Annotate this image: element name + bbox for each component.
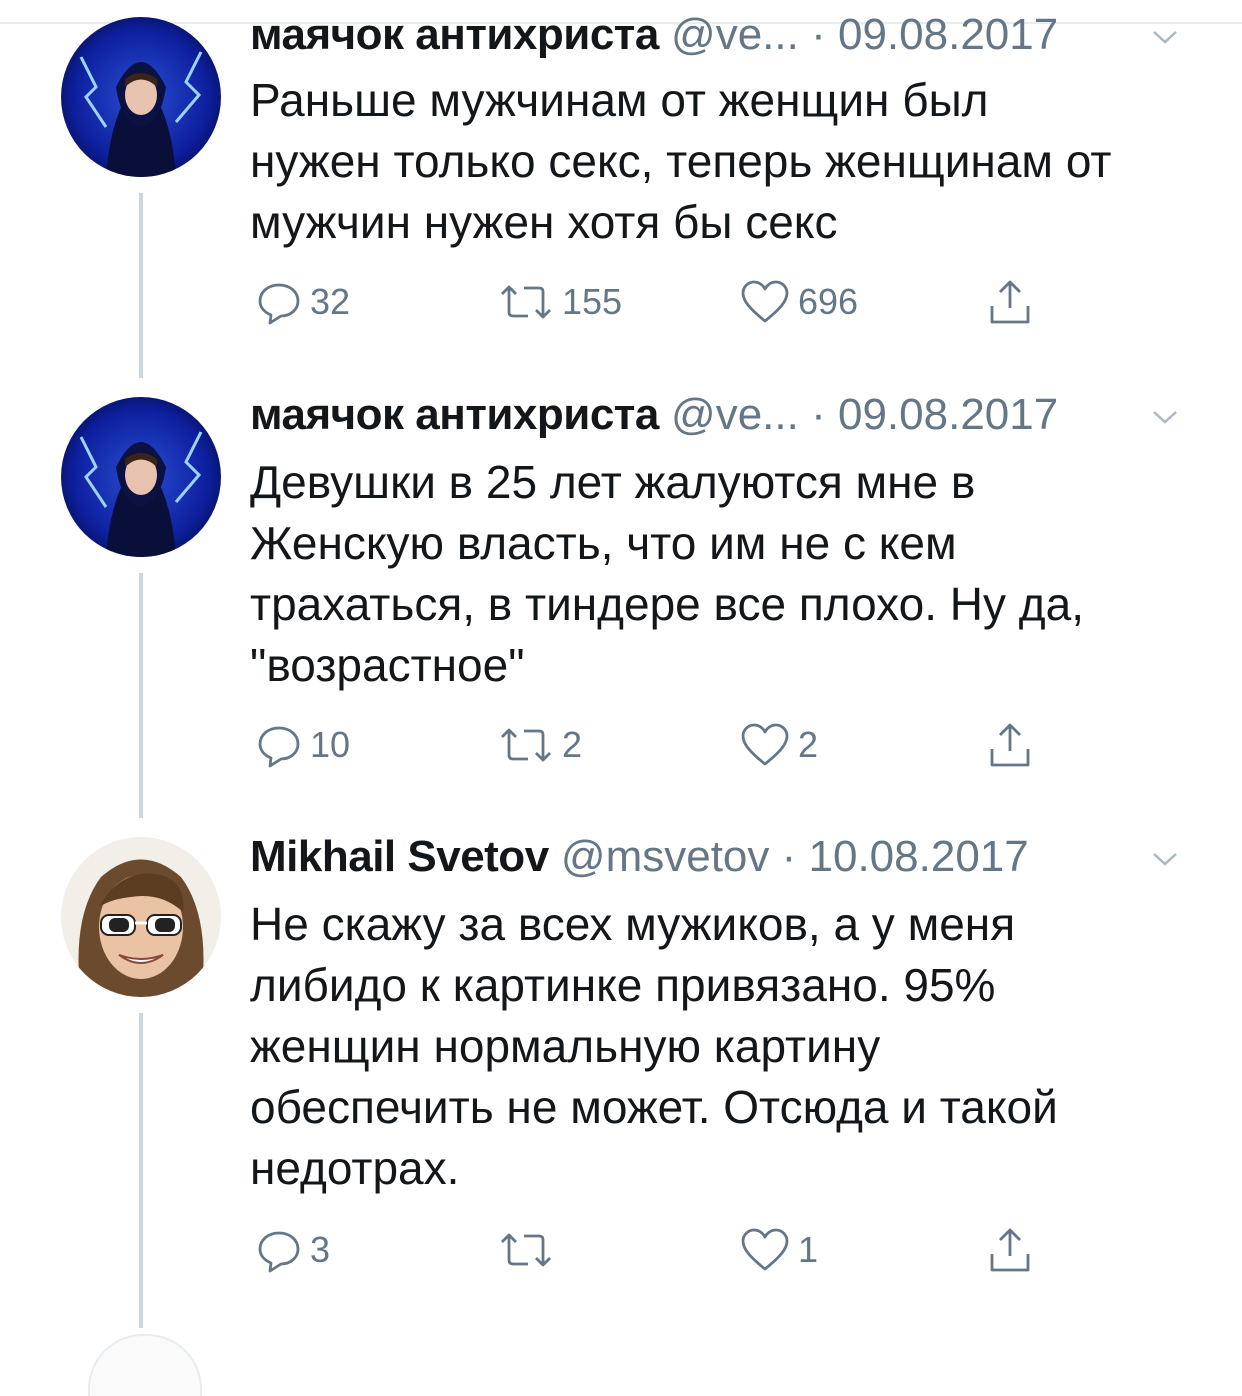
- reply-icon: [256, 1227, 302, 1273]
- reply-icon: [256, 722, 302, 768]
- tweet-date[interactable]: 09.08.2017: [838, 390, 1058, 439]
- share-button[interactable]: [988, 277, 1032, 327]
- share-button[interactable]: [988, 1225, 1032, 1275]
- like-button[interactable]: 1: [740, 1225, 818, 1275]
- tweet-2[interactable]: маячок антихриста @ve... · 09.08.2017 Де…: [0, 380, 1242, 820]
- tweet-1[interactable]: маячок антихриста @ve... · 09.08.2017 Ра…: [0, 0, 1242, 380]
- tweet-actions: 3 1: [250, 1225, 1050, 1275]
- reply-button[interactable]: 3: [256, 1225, 330, 1275]
- retweet-count: 2: [562, 724, 583, 765]
- reply-button[interactable]: 32: [256, 277, 350, 327]
- thread-line: [139, 193, 143, 378]
- author-handle[interactable]: @ve...: [671, 10, 799, 59]
- retweet-button[interactable]: [498, 1225, 562, 1275]
- tweet-header: маячок антихриста @ve... · 09.08.2017: [250, 390, 1182, 440]
- tweet-text: Не скажу за всех мужиков, а у меня либид…: [250, 898, 1058, 1194]
- retweet-icon: [498, 725, 554, 765]
- author-name[interactable]: Mikhail Svetov: [250, 832, 549, 881]
- thread-line: [139, 1013, 143, 1328]
- tweet-header: Mikhail Svetov @msvetov · 10.08.2017: [250, 832, 1182, 882]
- tweet-3[interactable]: Mikhail Svetov @msvetov · 10.08.2017 Не …: [0, 820, 1242, 1332]
- heart-icon: [740, 279, 790, 325]
- retweet-button[interactable]: 2: [498, 720, 582, 770]
- avatar[interactable]: [61, 397, 221, 557]
- tweet-date[interactable]: 09.08.2017: [838, 10, 1058, 59]
- like-count: 1: [798, 1229, 819, 1270]
- chevron-down-icon[interactable]: [1150, 402, 1180, 432]
- reply-count: 10: [310, 724, 351, 765]
- share-button[interactable]: [988, 720, 1032, 770]
- like-count: 2: [798, 724, 819, 765]
- chevron-down-icon[interactable]: [1150, 844, 1180, 874]
- tweet-text: Девушки в 25 лет жалуются мне в Женскую …: [250, 456, 1084, 691]
- retweet-icon: [498, 282, 554, 322]
- tweet-actions: 10 2 2: [250, 720, 1050, 770]
- like-button[interactable]: 2: [740, 720, 818, 770]
- like-button[interactable]: 696: [740, 277, 858, 327]
- retweet-button[interactable]: 155: [498, 277, 622, 327]
- share-icon: [988, 721, 1032, 769]
- separator-dot: ·: [781, 832, 797, 881]
- share-icon: [988, 1226, 1032, 1274]
- tweet-actions: 32 155 696: [250, 277, 1050, 327]
- author-name[interactable]: маячок антихриста: [250, 10, 659, 59]
- retweet-count: 155: [562, 281, 623, 322]
- author-name[interactable]: маячок антихриста: [250, 390, 659, 439]
- thread-line: [139, 573, 143, 818]
- avatar[interactable]: [61, 837, 221, 997]
- reply-button[interactable]: 10: [256, 720, 350, 770]
- avatar[interactable]: [61, 17, 221, 177]
- retweet-icon: [498, 1230, 554, 1270]
- like-count: 696: [798, 281, 859, 322]
- heart-icon: [740, 1227, 790, 1273]
- separator-dot: ·: [811, 10, 826, 59]
- reply-icon: [256, 279, 302, 325]
- heart-icon: [740, 722, 790, 768]
- chevron-down-icon[interactable]: [1150, 22, 1180, 52]
- tweet-header: маячок антихриста @ve... · 09.08.2017: [250, 10, 1182, 60]
- author-handle[interactable]: @ve...: [671, 390, 799, 439]
- separator-dot: ·: [811, 390, 826, 439]
- author-handle[interactable]: @msvetov: [561, 832, 769, 881]
- reply-count: 3: [310, 1229, 331, 1270]
- tweet-date[interactable]: 10.08.2017: [809, 832, 1029, 881]
- tweet-text: Раньше мужчинам от женщин был нужен толь…: [250, 74, 1112, 248]
- reply-count: 32: [310, 281, 351, 322]
- avatar[interactable]: [88, 1334, 202, 1396]
- share-icon: [988, 278, 1032, 326]
